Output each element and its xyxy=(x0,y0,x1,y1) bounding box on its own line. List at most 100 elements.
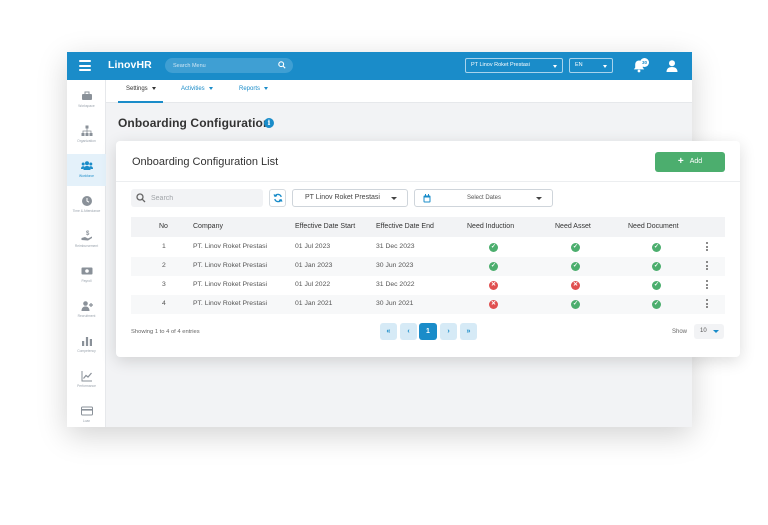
table-row[interactable]: 4 PT. Linov Roket Prestasi 01 Jan 2021 30 J… xyxy=(131,295,725,314)
more-actions-icon[interactable] xyxy=(705,299,709,310)
company-select[interactable]: PT Linov Roket Prestasi xyxy=(465,58,563,73)
cell-effective-end: 31 Dec 2023 xyxy=(376,243,415,250)
check-circle-icon: ✓ xyxy=(489,262,498,271)
check-circle-icon: ✓ xyxy=(489,243,498,252)
sidebar-item-label: Workspace xyxy=(78,104,95,108)
column-header-no[interactable]: No xyxy=(159,223,168,230)
column-header-effective-start[interactable]: Effective Date Start xyxy=(295,223,355,230)
next-page-button[interactable]: › xyxy=(440,323,457,340)
table-search[interactable] xyxy=(131,189,263,207)
company-filter-select[interactable]: PT Linov Roket Prestasi xyxy=(292,189,408,207)
tab-reports[interactable]: Reports xyxy=(239,86,269,92)
cell-company: PT. Linov Roket Prestasi xyxy=(193,281,268,288)
check-circle-icon: ✓ xyxy=(652,281,661,290)
page-size-value: 10 xyxy=(700,328,707,334)
cell-effective-end: 30 Jun 2023 xyxy=(376,262,414,269)
sidebar-item-label: Recruitment xyxy=(77,314,96,318)
svg-text:$: $ xyxy=(86,231,90,237)
check-circle-icon: ✓ xyxy=(652,262,661,271)
cell-effective-end: 31 Dec 2022 xyxy=(376,281,415,288)
more-actions-icon[interactable] xyxy=(705,261,709,272)
cell-company: PT. Linov Roket Prestasi xyxy=(193,243,268,250)
more-actions-icon[interactable] xyxy=(705,280,709,291)
sidebar-item-time-attendance[interactable]: Time & Attendance xyxy=(67,189,106,221)
refresh-icon xyxy=(273,193,283,203)
column-header-need-asset[interactable]: Need Asset xyxy=(555,223,591,230)
cell-company: PT. Linov Roket Prestasi xyxy=(193,262,268,269)
people-icon xyxy=(81,161,93,170)
chevron-down-icon xyxy=(208,86,213,90)
org-chart-icon xyxy=(81,125,93,136)
bar-chart-icon xyxy=(82,337,92,346)
entries-summary: Showing 1 to 4 of 4 entries xyxy=(131,329,200,335)
sidebar-item-loan[interactable]: Loan xyxy=(67,399,106,427)
column-header-company[interactable]: Company xyxy=(193,223,223,230)
tab-settings[interactable]: Settings xyxy=(126,86,156,92)
add-button[interactable]: + Add xyxy=(655,152,725,172)
table-row[interactable]: 3 PT. Linov Roket Prestasi 01 Jul 2022 31 D… xyxy=(131,276,725,295)
tab-label: Activities xyxy=(181,86,205,92)
column-header-effective-end[interactable]: Effective Date End xyxy=(376,223,434,230)
sidebar-item-payroll[interactable]: Payroll xyxy=(67,259,106,291)
page-title: Onboarding Configuration xyxy=(118,116,271,130)
sidebar-item-label: Workforce xyxy=(79,174,94,178)
table-header: No Company Effective Date Start Effectiv… xyxy=(131,217,725,237)
logo-text: LinovHR xyxy=(108,59,152,71)
sidebar-item-organization[interactable]: Organization xyxy=(67,119,106,151)
tab-label: Settings xyxy=(126,86,148,92)
chevron-down-icon xyxy=(713,330,719,333)
add-button-label: Add xyxy=(689,158,703,165)
chevron-down-icon xyxy=(151,86,156,90)
sidebar-item-workspace[interactable]: Workspace xyxy=(67,84,106,116)
sidebar-item-label: Performance xyxy=(77,384,96,388)
page-number-button[interactable]: 1 xyxy=(419,323,437,340)
column-header-need-induction[interactable]: Need Induction xyxy=(467,223,514,230)
info-icon[interactable]: i xyxy=(264,118,274,128)
card-icon xyxy=(81,406,93,416)
more-actions-icon[interactable] xyxy=(705,242,709,253)
sidebar-item-competency[interactable]: Competency xyxy=(67,329,106,361)
trend-icon xyxy=(81,371,92,382)
check-circle-icon: ✓ xyxy=(571,262,580,271)
user-icon[interactable] xyxy=(665,59,679,73)
x-circle-icon: ✕ xyxy=(489,281,498,290)
cell-effective-start: 01 Jan 2023 xyxy=(295,262,333,269)
check-circle-icon: ✓ xyxy=(571,243,580,252)
plus-icon: + xyxy=(677,156,684,167)
date-range-placeholder: Select Dates xyxy=(467,195,502,201)
chevron-down-icon xyxy=(391,197,397,200)
first-page-button[interactable]: « xyxy=(380,323,397,340)
sidebar-item-workforce[interactable]: Workforce xyxy=(67,154,106,186)
app-logo[interactable]: LinovHR xyxy=(108,59,152,71)
sidebar-item-performance[interactable]: Performance xyxy=(67,364,106,396)
sidebar-item-recruitment[interactable]: Recruitment xyxy=(67,294,106,326)
refresh-button[interactable] xyxy=(269,189,286,207)
hamburger-menu-icon[interactable] xyxy=(79,60,91,71)
sidebar-item-label: Payroll xyxy=(81,279,92,283)
divider xyxy=(116,181,740,182)
sidebar-item-label: Time & Attendance xyxy=(72,209,101,213)
sidebar-item-reimbursement[interactable]: $ Reimbursement xyxy=(67,224,106,256)
page-size-select[interactable]: 10 xyxy=(694,324,724,339)
last-page-button[interactable]: » xyxy=(460,323,477,340)
clock-icon xyxy=(82,196,92,206)
menu-search[interactable] xyxy=(165,58,293,73)
sidebar-item-label: Loan xyxy=(82,419,91,423)
calendar-icon xyxy=(423,194,431,203)
table-row[interactable]: 1 PT. Linov Roket Prestasi 01 Jul 2023 31 D… xyxy=(131,238,725,257)
menu-search-input[interactable] xyxy=(173,60,273,71)
search-icon[interactable] xyxy=(278,61,286,69)
search-icon xyxy=(136,193,146,203)
language-select[interactable]: EN xyxy=(569,58,613,73)
prev-page-button[interactable]: ‹ xyxy=(400,323,417,340)
column-header-need-document[interactable]: Need Document xyxy=(628,223,679,230)
check-circle-icon: ✓ xyxy=(652,300,661,309)
table-search-input[interactable] xyxy=(151,192,251,204)
date-range-picker[interactable]: Select Dates xyxy=(414,189,553,207)
company-filter-value: PT Linov Roket Prestasi xyxy=(305,194,380,201)
table-row[interactable]: 2 PT. Linov Roket Prestasi 01 Jan 2023 30 J… xyxy=(131,257,725,276)
cell-company: PT. Linov Roket Prestasi xyxy=(193,300,268,307)
cell-effective-start: 01 Jan 2021 xyxy=(295,300,333,307)
cash-icon xyxy=(81,267,93,275)
tab-activities[interactable]: Activities xyxy=(181,86,213,92)
